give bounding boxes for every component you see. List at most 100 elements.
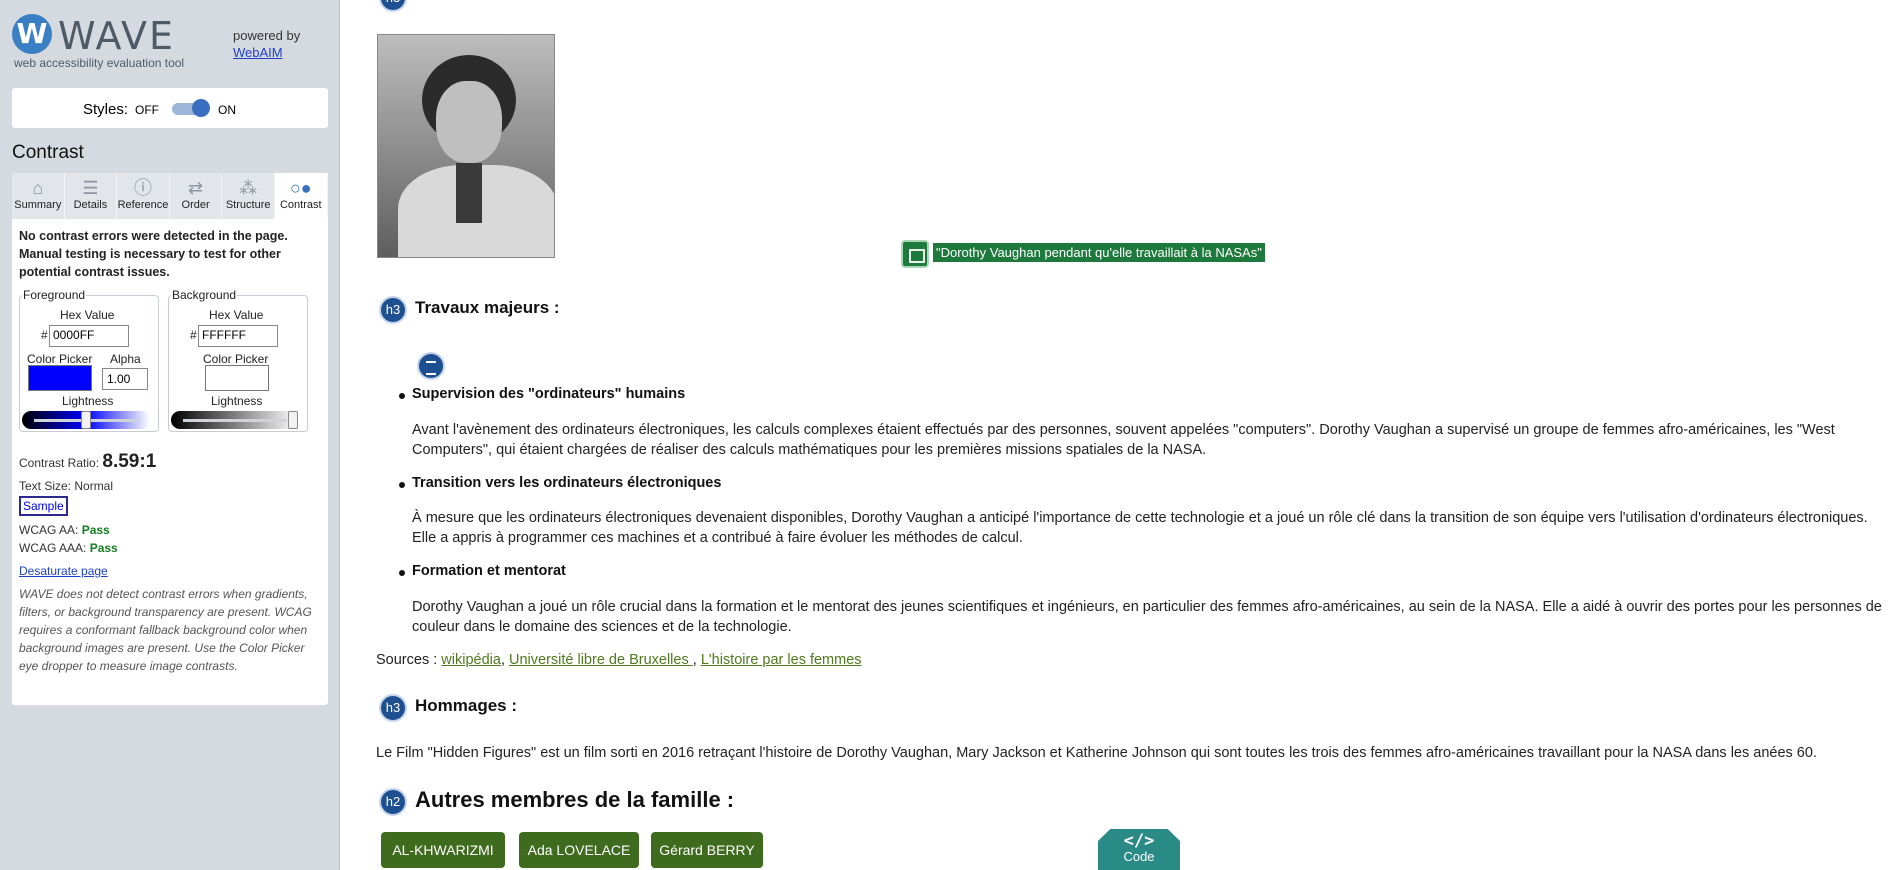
wcag-aa-label: WCAG AA: xyxy=(19,523,79,537)
bullet-icon xyxy=(399,482,405,488)
wave-logo[interactable]: W WAVE web accessibility evaluation tool xyxy=(12,12,212,72)
list-badge-icon[interactable] xyxy=(417,352,445,380)
powered-by: powered by WebAIM xyxy=(233,27,300,61)
desaturate-page-link[interactable]: Desaturate page xyxy=(19,564,108,578)
tab-summary[interactable]: ⌂ Summary xyxy=(12,173,65,219)
source-link-wikipedia[interactable]: wikipédia xyxy=(441,652,501,668)
contrast-ratio: Contrast Ratio: 8.59:1 xyxy=(19,451,156,473)
source-link-ulb[interactable]: Université libre de Bruxelles xyxy=(509,652,693,668)
tab-label: Structure xyxy=(225,199,271,211)
fg-lightness-slider[interactable] xyxy=(22,411,150,429)
contrast-ratio-label: Contrast Ratio: xyxy=(19,456,100,470)
styles-label: Styles: xyxy=(83,101,129,118)
structure-icon: ⁂ xyxy=(239,178,258,198)
bg-picker-label: Color Picker xyxy=(203,352,269,366)
background-box: Background Hex Value # FFFFFF Color Pick… xyxy=(168,288,308,432)
panel-title: Contrast xyxy=(12,142,84,163)
h3-badge-icon[interactable]: h3 xyxy=(379,296,407,324)
portrait-neck xyxy=(456,163,482,223)
family-button-berry[interactable]: Gérard BERRY xyxy=(651,832,763,868)
powered-by-text: powered by xyxy=(233,28,301,43)
tab-structure[interactable]: ⁂ Structure xyxy=(222,173,275,219)
list-item-title: Supervision des "ordinateurs" humains xyxy=(412,386,686,402)
portrait-face xyxy=(436,81,502,163)
wcag-aaa-pass: Pass xyxy=(89,541,118,555)
bg-hash: # xyxy=(190,328,197,342)
family-button-alkhwarizmi[interactable]: AL-KHWARIZMI xyxy=(381,832,505,868)
info-icon: ⓘ xyxy=(133,178,152,198)
h3-badge-icon[interactable]: h3 xyxy=(379,0,407,12)
bg-hex-input[interactable]: FFFFFF xyxy=(198,325,278,347)
wave-logo-word: WAVE xyxy=(58,14,176,58)
list-icon: ☰ xyxy=(82,178,99,198)
contrast-panel: ⌂ Summary ☰ Details ⓘ Reference ⇄ Order … xyxy=(12,173,328,705)
background-legend: Background xyxy=(171,288,238,302)
sources-line: Sources : wikipédia, Université libre de… xyxy=(376,652,862,668)
code-label: Code xyxy=(1123,849,1155,864)
wcag-aa-result: WCAG AA: Pass xyxy=(19,523,110,537)
wave-sidebar: W WAVE web accessibility evaluation tool… xyxy=(0,0,340,870)
heading-famille: Autres membres de la famille : xyxy=(415,787,735,812)
wave-tabs: ⌂ Summary ☰ Details ⓘ Reference ⇄ Order … xyxy=(12,173,328,219)
wave-w-icon: W xyxy=(12,14,52,54)
code-icon: </> xyxy=(1123,831,1155,851)
hommages-text: Le Film "Hidden Figures" est un film sor… xyxy=(376,745,1817,761)
contrast-sample: Sample xyxy=(19,496,68,516)
tab-label: Summary xyxy=(14,199,62,211)
tab-order[interactable]: ⇄ Order xyxy=(169,173,223,219)
fg-alpha-label: Alpha xyxy=(110,352,141,366)
portrait-image xyxy=(377,34,555,258)
source-link-histoire[interactable]: L'histoire par les femmes xyxy=(701,652,862,668)
fg-alpha-input[interactable]: 1.00 xyxy=(102,368,148,390)
heading-travaux: Travaux majeurs : xyxy=(415,298,560,317)
h3-badge-icon[interactable]: h3 xyxy=(379,694,407,722)
tab-label: Reference xyxy=(117,199,169,211)
bg-lightness-slider[interactable] xyxy=(171,411,299,429)
styles-toggle-box: Styles: OFF ON xyxy=(12,88,328,128)
styles-on-label: ON xyxy=(218,103,236,117)
bg-color-picker[interactable] xyxy=(205,365,269,391)
contrast-message: No contrast errors were detected in the … xyxy=(19,229,288,279)
bullet-icon xyxy=(399,393,405,399)
sources-label: Sources : xyxy=(376,652,438,668)
list-item-text: Dorothy Vaughan a joué un rôle crucial d… xyxy=(412,599,1882,635)
fg-color-picker[interactable] xyxy=(28,365,92,391)
fg-hash: # xyxy=(41,328,48,342)
list-item-title: Transition vers les ordinateurs électron… xyxy=(412,475,722,491)
image-alt-caption: "Dorothy Vaughan pendant qu'elle travail… xyxy=(933,243,1265,262)
text-size: Text Size: Normal xyxy=(19,479,114,493)
wcag-aa-pass: Pass xyxy=(81,523,110,537)
alt-text-icon[interactable] xyxy=(901,240,929,268)
wave-note: WAVE does not detect contrast errors whe… xyxy=(19,587,312,673)
page-content: h3 "Dorothy Vaughan pendant qu'elle trav… xyxy=(341,0,1900,870)
home-icon: ⌂ xyxy=(32,178,44,198)
bg-slider-line xyxy=(183,419,287,422)
tab-contrast[interactable]: ○● Contrast xyxy=(274,173,328,219)
webaim-link[interactable]: WebAIM xyxy=(233,45,283,60)
bg-lightness-label: Lightness xyxy=(211,394,263,408)
fg-hex-label: Hex Value xyxy=(60,308,115,322)
order-icon: ⇄ xyxy=(188,178,204,198)
bg-slider-thumb[interactable] xyxy=(288,411,298,429)
list-item-title: Formation et mentorat xyxy=(412,563,566,579)
tab-reference[interactable]: ⓘ Reference xyxy=(117,173,170,219)
family-button-lovelace[interactable]: Ada LOVELACE xyxy=(519,832,639,868)
fg-hex-input[interactable]: 0000FF xyxy=(49,325,129,347)
h2-badge-icon[interactable]: h2 xyxy=(379,788,407,816)
bullet-icon xyxy=(399,570,405,576)
tab-label: Contrast xyxy=(279,199,322,211)
tab-label: Order xyxy=(181,199,210,211)
code-button[interactable]: </> Code xyxy=(1098,829,1180,870)
fg-slider-thumb[interactable] xyxy=(81,411,91,429)
list-item-text: Avant l'avènement des ordinateurs électr… xyxy=(412,422,1835,458)
wcag-aaa-label: WCAG AAA: xyxy=(19,541,87,555)
fg-picker-label: Color Picker xyxy=(27,352,93,366)
bg-hex-label: Hex Value xyxy=(209,308,264,322)
styles-toggle-knob[interactable] xyxy=(192,99,210,117)
styles-off-label: OFF xyxy=(135,103,159,117)
wave-tagline: web accessibility evaluation tool xyxy=(14,56,185,70)
tab-label: Details xyxy=(73,199,108,211)
list-item-text: À mesure que les ordinateurs électroniqu… xyxy=(412,510,1868,546)
contrast-icon: ○● xyxy=(289,178,312,198)
tab-details[interactable]: ☰ Details xyxy=(64,173,118,219)
